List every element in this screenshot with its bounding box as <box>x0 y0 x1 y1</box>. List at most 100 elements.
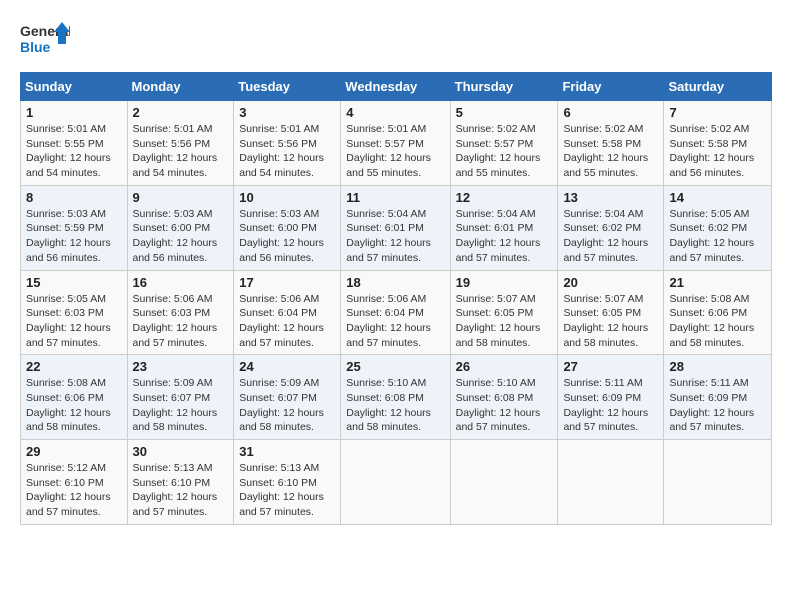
day-cell: 28 Sunrise: 5:11 AMSunset: 6:09 PMDaylig… <box>664 355 772 440</box>
day-cell: 26 Sunrise: 5:10 AMSunset: 6:08 PMDaylig… <box>450 355 558 440</box>
day-number: 26 <box>456 359 553 374</box>
day-cell: 23 Sunrise: 5:09 AMSunset: 6:07 PMDaylig… <box>127 355 234 440</box>
day-number: 29 <box>26 444 122 459</box>
day-cell: 29 Sunrise: 5:12 AMSunset: 6:10 PMDaylig… <box>21 440 128 525</box>
day-number: 22 <box>26 359 122 374</box>
day-number: 21 <box>669 275 766 290</box>
day-cell <box>450 440 558 525</box>
day-info: Sunrise: 5:09 AMSunset: 6:07 PMDaylight:… <box>239 377 324 433</box>
day-number: 23 <box>133 359 229 374</box>
calendar-table: SundayMondayTuesdayWednesdayThursdayFrid… <box>20 72 772 525</box>
day-number: 19 <box>456 275 553 290</box>
day-info: Sunrise: 5:10 AMSunset: 6:08 PMDaylight:… <box>346 377 431 433</box>
day-info: Sunrise: 5:07 AMSunset: 6:05 PMDaylight:… <box>456 293 541 349</box>
day-cell <box>664 440 772 525</box>
day-cell: 5 Sunrise: 5:02 AMSunset: 5:57 PMDayligh… <box>450 101 558 186</box>
day-info: Sunrise: 5:01 AMSunset: 5:56 PMDaylight:… <box>133 123 218 179</box>
day-info: Sunrise: 5:06 AMSunset: 6:03 PMDaylight:… <box>133 293 218 349</box>
day-info: Sunrise: 5:04 AMSunset: 6:02 PMDaylight:… <box>563 208 648 264</box>
day-info: Sunrise: 5:01 AMSunset: 5:56 PMDaylight:… <box>239 123 324 179</box>
day-info: Sunrise: 5:12 AMSunset: 6:10 PMDaylight:… <box>26 462 111 518</box>
day-cell: 16 Sunrise: 5:06 AMSunset: 6:03 PMDaylig… <box>127 270 234 355</box>
day-number: 6 <box>563 105 658 120</box>
day-info: Sunrise: 5:06 AMSunset: 6:04 PMDaylight:… <box>346 293 431 349</box>
day-number: 31 <box>239 444 335 459</box>
header-tuesday: Tuesday <box>234 73 341 101</box>
day-info: Sunrise: 5:13 AMSunset: 6:10 PMDaylight:… <box>239 462 324 518</box>
day-cell: 12 Sunrise: 5:04 AMSunset: 6:01 PMDaylig… <box>450 185 558 270</box>
week-row-5: 29 Sunrise: 5:12 AMSunset: 6:10 PMDaylig… <box>21 440 772 525</box>
day-info: Sunrise: 5:11 AMSunset: 6:09 PMDaylight:… <box>563 377 648 433</box>
day-number: 30 <box>133 444 229 459</box>
week-row-2: 8 Sunrise: 5:03 AMSunset: 5:59 PMDayligh… <box>21 185 772 270</box>
day-number: 4 <box>346 105 444 120</box>
page-header: General Blue <box>20 20 772 62</box>
week-row-3: 15 Sunrise: 5:05 AMSunset: 6:03 PMDaylig… <box>21 270 772 355</box>
day-info: Sunrise: 5:02 AMSunset: 5:57 PMDaylight:… <box>456 123 541 179</box>
day-info: Sunrise: 5:05 AMSunset: 6:02 PMDaylight:… <box>669 208 754 264</box>
svg-text:Blue: Blue <box>20 39 51 55</box>
day-number: 3 <box>239 105 335 120</box>
day-cell: 30 Sunrise: 5:13 AMSunset: 6:10 PMDaylig… <box>127 440 234 525</box>
day-info: Sunrise: 5:03 AMSunset: 6:00 PMDaylight:… <box>133 208 218 264</box>
day-number: 12 <box>456 190 553 205</box>
day-number: 5 <box>456 105 553 120</box>
logo: General Blue <box>20 20 70 62</box>
day-cell: 10 Sunrise: 5:03 AMSunset: 6:00 PMDaylig… <box>234 185 341 270</box>
day-info: Sunrise: 5:13 AMSunset: 6:10 PMDaylight:… <box>133 462 218 518</box>
day-cell: 14 Sunrise: 5:05 AMSunset: 6:02 PMDaylig… <box>664 185 772 270</box>
week-row-4: 22 Sunrise: 5:08 AMSunset: 6:06 PMDaylig… <box>21 355 772 440</box>
day-info: Sunrise: 5:03 AMSunset: 5:59 PMDaylight:… <box>26 208 111 264</box>
day-cell <box>341 440 450 525</box>
day-cell: 13 Sunrise: 5:04 AMSunset: 6:02 PMDaylig… <box>558 185 664 270</box>
day-info: Sunrise: 5:10 AMSunset: 6:08 PMDaylight:… <box>456 377 541 433</box>
day-number: 13 <box>563 190 658 205</box>
day-number: 10 <box>239 190 335 205</box>
day-cell: 31 Sunrise: 5:13 AMSunset: 6:10 PMDaylig… <box>234 440 341 525</box>
day-info: Sunrise: 5:01 AMSunset: 5:57 PMDaylight:… <box>346 123 431 179</box>
header-wednesday: Wednesday <box>341 73 450 101</box>
day-cell: 15 Sunrise: 5:05 AMSunset: 6:03 PMDaylig… <box>21 270 128 355</box>
day-number: 24 <box>239 359 335 374</box>
day-cell: 27 Sunrise: 5:11 AMSunset: 6:09 PMDaylig… <box>558 355 664 440</box>
day-number: 25 <box>346 359 444 374</box>
day-cell: 4 Sunrise: 5:01 AMSunset: 5:57 PMDayligh… <box>341 101 450 186</box>
day-number: 15 <box>26 275 122 290</box>
day-cell: 2 Sunrise: 5:01 AMSunset: 5:56 PMDayligh… <box>127 101 234 186</box>
day-cell: 1 Sunrise: 5:01 AMSunset: 5:55 PMDayligh… <box>21 101 128 186</box>
day-cell: 20 Sunrise: 5:07 AMSunset: 6:05 PMDaylig… <box>558 270 664 355</box>
day-cell: 22 Sunrise: 5:08 AMSunset: 6:06 PMDaylig… <box>21 355 128 440</box>
day-number: 8 <box>26 190 122 205</box>
day-cell <box>558 440 664 525</box>
day-cell: 25 Sunrise: 5:10 AMSunset: 6:08 PMDaylig… <box>341 355 450 440</box>
day-info: Sunrise: 5:04 AMSunset: 6:01 PMDaylight:… <box>346 208 431 264</box>
day-cell: 17 Sunrise: 5:06 AMSunset: 6:04 PMDaylig… <box>234 270 341 355</box>
day-info: Sunrise: 5:03 AMSunset: 6:00 PMDaylight:… <box>239 208 324 264</box>
day-info: Sunrise: 5:02 AMSunset: 5:58 PMDaylight:… <box>563 123 648 179</box>
day-number: 11 <box>346 190 444 205</box>
day-info: Sunrise: 5:02 AMSunset: 5:58 PMDaylight:… <box>669 123 754 179</box>
day-cell: 21 Sunrise: 5:08 AMSunset: 6:06 PMDaylig… <box>664 270 772 355</box>
day-info: Sunrise: 5:09 AMSunset: 6:07 PMDaylight:… <box>133 377 218 433</box>
day-cell: 8 Sunrise: 5:03 AMSunset: 5:59 PMDayligh… <box>21 185 128 270</box>
header-sunday: Sunday <box>21 73 128 101</box>
day-number: 18 <box>346 275 444 290</box>
logo-svg: General Blue <box>20 20 70 62</box>
header-thursday: Thursday <box>450 73 558 101</box>
day-number: 27 <box>563 359 658 374</box>
day-info: Sunrise: 5:06 AMSunset: 6:04 PMDaylight:… <box>239 293 324 349</box>
day-cell: 18 Sunrise: 5:06 AMSunset: 6:04 PMDaylig… <box>341 270 450 355</box>
day-info: Sunrise: 5:05 AMSunset: 6:03 PMDaylight:… <box>26 293 111 349</box>
day-cell: 7 Sunrise: 5:02 AMSunset: 5:58 PMDayligh… <box>664 101 772 186</box>
day-cell: 11 Sunrise: 5:04 AMSunset: 6:01 PMDaylig… <box>341 185 450 270</box>
day-info: Sunrise: 5:07 AMSunset: 6:05 PMDaylight:… <box>563 293 648 349</box>
day-number: 17 <box>239 275 335 290</box>
header-friday: Friday <box>558 73 664 101</box>
header-saturday: Saturday <box>664 73 772 101</box>
day-number: 16 <box>133 275 229 290</box>
day-number: 2 <box>133 105 229 120</box>
day-number: 7 <box>669 105 766 120</box>
day-info: Sunrise: 5:08 AMSunset: 6:06 PMDaylight:… <box>26 377 111 433</box>
day-number: 14 <box>669 190 766 205</box>
day-cell: 9 Sunrise: 5:03 AMSunset: 6:00 PMDayligh… <box>127 185 234 270</box>
